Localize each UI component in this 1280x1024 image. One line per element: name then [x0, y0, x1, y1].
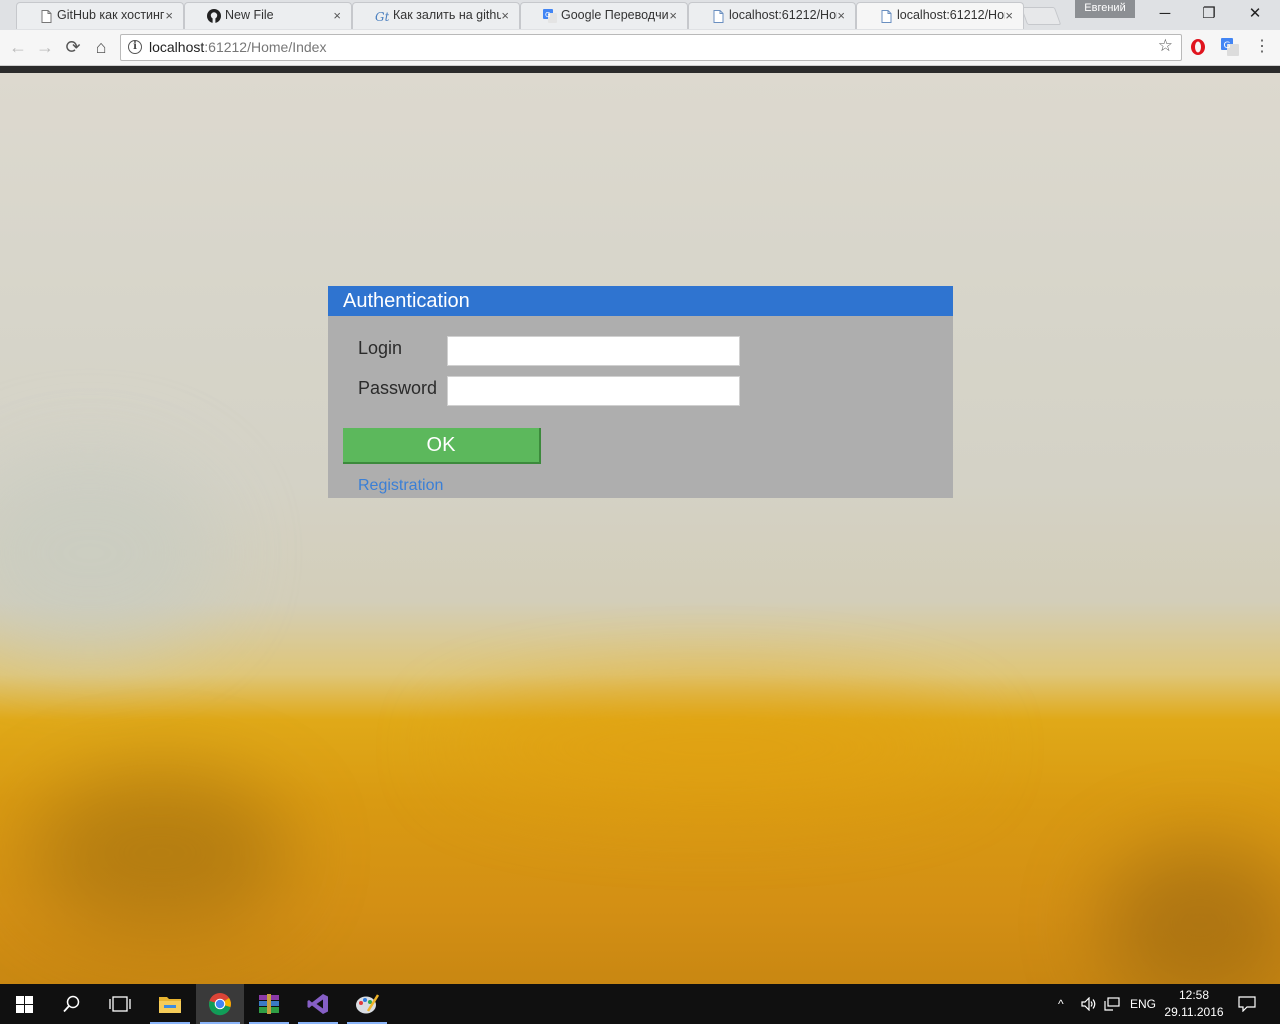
tab-close-icon[interactable]: ×: [165, 3, 173, 28]
network-icon[interactable]: [1101, 984, 1123, 1024]
tab-git-upload[interactable]: Gt Как залить на github ×: [352, 2, 520, 29]
registration-link[interactable]: Registration: [358, 477, 443, 495]
url-path: :61212/Home/Index: [204, 39, 327, 55]
back-icon[interactable]: ←: [6, 36, 30, 60]
tab-close-icon[interactable]: ×: [1005, 3, 1013, 28]
folder-icon[interactable]: [146, 984, 194, 1024]
maximize-icon[interactable]: ❐: [1186, 0, 1232, 28]
auth-header: Authentication: [328, 286, 953, 316]
tab-label: Как залить на github: [393, 8, 501, 22]
tab-label: New File: [225, 8, 274, 22]
search-icon[interactable]: [48, 984, 96, 1024]
winrar-icon[interactable]: [245, 984, 293, 1024]
windows-start-icon[interactable]: [0, 984, 48, 1024]
tab-new-file[interactable]: New File ×: [184, 2, 352, 29]
windows-taskbar: ^ ENG 12:58 29.11.2016: [0, 984, 1280, 1024]
login-label: Login: [358, 338, 403, 358]
home-icon[interactable]: ⌂: [89, 36, 113, 60]
tab-localhost-1[interactable]: localhost:61212/Home ×: [688, 2, 856, 29]
tab-github-hosting[interactable]: GitHub как хостинг ×: [16, 2, 184, 29]
bookmark-star-icon[interactable]: ☆: [1158, 36, 1173, 56]
close-window-icon[interactable]: ✕: [1232, 0, 1278, 28]
ok-button[interactable]: OK: [343, 428, 541, 464]
browser-toolbar: ← → ⟳ ⌂ i localhost:61212/Home/Index ☆ G…: [0, 30, 1280, 66]
forward-icon[interactable]: →: [33, 36, 57, 60]
system-clock[interactable]: 12:58 29.11.2016: [1160, 987, 1228, 1021]
task-view-icon[interactable]: [96, 984, 144, 1024]
git-icon: Gt: [375, 9, 389, 23]
authentication-form: Authentication Login Password OK Registr…: [328, 286, 953, 498]
background-blob: [30, 773, 290, 933]
clock-date: 29.11.2016: [1164, 1005, 1224, 1019]
tab-close-icon[interactable]: ×: [669, 3, 677, 28]
tab-google-translate[interactable]: G Google Переводчик ×: [520, 2, 688, 29]
page-icon: [39, 9, 53, 23]
language-indicator[interactable]: ENG: [1130, 984, 1156, 1024]
github-icon: [207, 9, 221, 23]
translate-extension-icon[interactable]: G: [1221, 38, 1239, 56]
page-icon: [711, 9, 725, 23]
browser-tab-strip: GitHub как хостинг × New File × Gt Как з…: [0, 0, 1280, 30]
tab-label: localhost:61212/Home: [729, 8, 837, 22]
address-bar[interactable]: i localhost:61212/Home/Index ☆: [120, 34, 1182, 61]
paint-icon[interactable]: [343, 984, 391, 1024]
page-top-bar: [0, 66, 1280, 73]
password-input[interactable]: [447, 376, 740, 406]
svg-text:G: G: [1224, 41, 1231, 51]
url-text[interactable]: localhost:61212/Home/Index: [149, 35, 326, 60]
url-host: localhost: [149, 39, 205, 55]
tab-label: Google Переводчик: [561, 8, 669, 22]
opera-extension-icon[interactable]: [1189, 38, 1207, 56]
visual-studio-icon[interactable]: [294, 984, 342, 1024]
tab-close-icon[interactable]: ×: [837, 3, 845, 28]
tab-localhost-active[interactable]: localhost:61212/Home ×: [856, 2, 1024, 29]
new-tab-button[interactable]: [1020, 7, 1062, 25]
tab-close-icon[interactable]: ×: [501, 3, 509, 28]
login-input[interactable]: [447, 336, 740, 366]
tab-close-icon[interactable]: ×: [333, 3, 341, 28]
background-blob: [450, 693, 970, 803]
clock-time: 12:58: [1178, 988, 1210, 1002]
password-label: Password: [358, 378, 438, 398]
notifications-icon[interactable]: [1230, 984, 1264, 1024]
tray-chevron-icon[interactable]: ^: [1058, 984, 1064, 1024]
tab-label: localhost:61212/Home: [897, 8, 1005, 22]
profile-button[interactable]: Евгений: [1075, 0, 1135, 18]
page-icon: [879, 9, 893, 23]
chrome-icon[interactable]: [196, 984, 244, 1024]
volume-icon[interactable]: [1078, 984, 1100, 1024]
background-blob: [0, 453, 220, 653]
google-translate-icon: G: [543, 9, 557, 23]
menu-icon[interactable]: ⋮: [1250, 36, 1274, 60]
svg-text:Gt: Gt: [375, 10, 389, 23]
page-background: [0, 73, 1280, 984]
svg-text:G: G: [545, 11, 550, 19]
auth-title: Authentication: [343, 290, 470, 312]
info-icon[interactable]: i: [128, 40, 142, 54]
reload-icon[interactable]: ⟳: [61, 36, 85, 60]
background-blob: [1100, 843, 1280, 984]
tab-label: GitHub как хостинг: [57, 8, 165, 22]
minimize-icon[interactable]: ─: [1142, 0, 1188, 28]
